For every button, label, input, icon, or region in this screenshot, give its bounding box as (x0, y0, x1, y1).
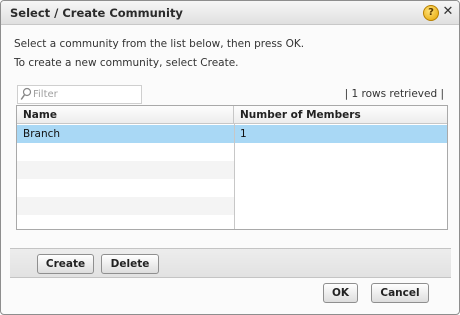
instruction-line-2: To create a new community, select Create… (14, 57, 239, 69)
dialog-title: Select / Create Community (10, 6, 183, 20)
delete-button[interactable]: Delete (101, 254, 159, 274)
filter-box[interactable] (17, 85, 142, 104)
column-header-members[interactable]: Number of Members (234, 106, 447, 124)
instruction-line-1: Select a community from the list below, … (14, 38, 305, 50)
cancel-button[interactable]: Cancel (371, 283, 429, 303)
cell-members: 1 (240, 128, 247, 140)
rows-retrieved-count: | 1 rows retrieved | (344, 88, 444, 100)
title-bar: Select / Create Community ? ✕ (1, 1, 459, 25)
search-icon (20, 87, 32, 100)
empty-row-stripe (17, 161, 234, 179)
community-grid: Name Number of Members Branch 1 (16, 105, 448, 230)
help-icon[interactable]: ? (423, 5, 439, 21)
table-row[interactable]: Branch 1 (17, 125, 447, 143)
empty-row-stripe (17, 197, 234, 215)
ok-button[interactable]: OK (323, 283, 358, 303)
action-toolbar: Create Delete (10, 248, 451, 278)
select-create-community-dialog: Select / Create Community ? ✕ Select a c… (0, 0, 460, 315)
column-divider (234, 124, 235, 229)
close-icon[interactable]: ✕ (441, 5, 455, 19)
create-button[interactable]: Create (37, 254, 94, 274)
cell-name: Branch (23, 128, 61, 140)
filter-input[interactable] (33, 87, 137, 101)
column-header-name[interactable]: Name (17, 106, 234, 124)
